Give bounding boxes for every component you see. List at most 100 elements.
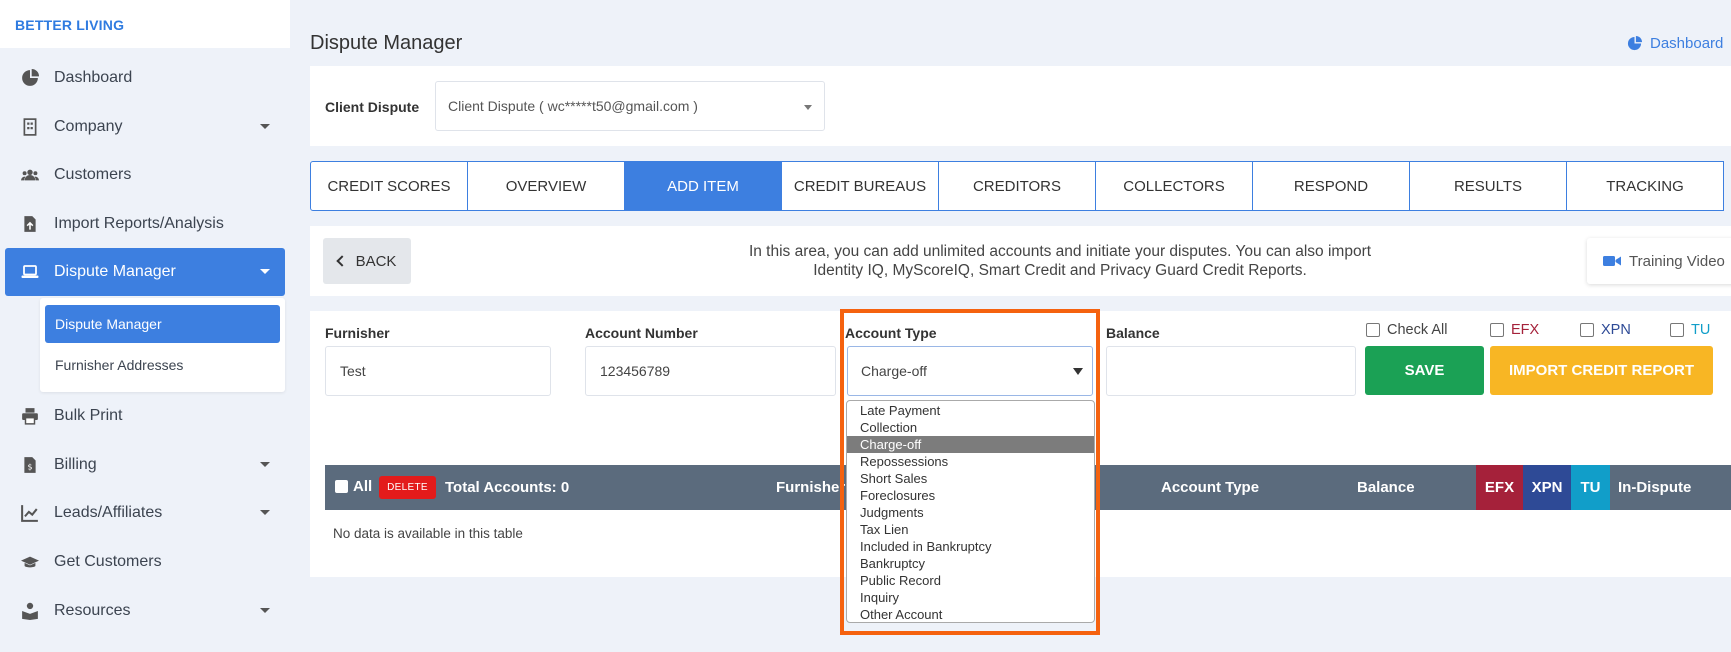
tab-collectors[interactable]: COLLECTORS — [1095, 161, 1253, 211]
check-all-label: Check All — [1387, 322, 1448, 338]
sidebar-item-label: Dispute Manager — [54, 263, 176, 280]
tab-overview[interactable]: OVERVIEW — [467, 161, 625, 211]
sidebar: BETTER LIVING Dashboard Company Customer… — [0, 0, 290, 652]
empty-table-message: No data is available in this table — [333, 526, 523, 541]
sidebar-item-label: Import Reports/Analysis — [54, 215, 224, 232]
dropdown-option[interactable]: Tax Lien — [847, 521, 1094, 538]
chevron-down-icon — [260, 269, 270, 274]
dropdown-option[interactable]: Included in Bankruptcy — [847, 538, 1094, 555]
column-in-dispute[interactable]: In-Dispute — [1618, 479, 1691, 496]
invoice-icon: $ — [20, 455, 40, 475]
client-dispute-card: Client Dispute Client Dispute ( wc*****t… — [310, 66, 1731, 146]
chart-line-icon — [20, 503, 40, 523]
dropdown-option[interactable]: Short Sales — [847, 470, 1094, 487]
checkbox[interactable] — [1366, 323, 1380, 337]
tab-respond[interactable]: RESPOND — [1252, 161, 1410, 211]
account-type-dropdown-list: Late Payment Collection Charge-off Repos… — [846, 400, 1095, 623]
dashboard-link[interactable]: Dashboard — [1627, 35, 1723, 52]
tab-creditors[interactable]: CREDITORS — [938, 161, 1096, 211]
dropdown-option[interactable]: Inquiry — [847, 589, 1094, 606]
sidebar-item-get-customers[interactable]: Get Customers — [5, 540, 285, 584]
delete-button[interactable]: DELETE — [379, 476, 436, 499]
tab-add-item[interactable]: ADD ITEM — [624, 161, 782, 211]
sidebar-item-dashboard[interactable]: Dashboard — [5, 56, 285, 100]
tab-tracking[interactable]: TRACKING — [1566, 161, 1724, 211]
furnisher-label: Furnisher — [325, 325, 390, 341]
submenu-item-furnisher-addresses[interactable]: Furnisher Addresses — [45, 346, 280, 384]
sidebar-item-dispute-manager[interactable]: Dispute Manager — [5, 248, 285, 296]
dropdown-option-selected[interactable]: Charge-off — [847, 436, 1094, 453]
column-xpn[interactable]: XPN — [1523, 465, 1571, 510]
dropdown-option[interactable]: Public Record — [847, 572, 1094, 589]
training-video-button[interactable]: Training Video — [1587, 238, 1731, 284]
info-text-line: In this area, you can add unlimited acco… — [748, 243, 1372, 260]
sidebar-item-label: Customers — [54, 166, 132, 183]
column-efx[interactable]: EFX — [1476, 465, 1523, 510]
client-dispute-select[interactable]: Client Dispute ( wc*****t50@gmail.com ) — [435, 81, 825, 131]
column-account-type[interactable]: Account Type — [1161, 479, 1259, 496]
video-camera-icon — [1603, 256, 1621, 266]
sidebar-item-bulk-print[interactable]: Bulk Print — [5, 394, 285, 438]
balance-input[interactable] — [1106, 346, 1356, 396]
dashboard-link-label: Dashboard — [1650, 35, 1724, 52]
sidebar-item-billing[interactable]: $ Billing — [5, 443, 285, 487]
checkbox[interactable] — [1580, 323, 1594, 337]
dropdown-option[interactable]: Other Account — [847, 606, 1094, 623]
tu-checkbox[interactable]: TU — [1670, 322, 1710, 338]
sidebar-item-resources[interactable]: Resources — [5, 589, 285, 633]
sidebar-item-label: Leads/Affiliates — [54, 504, 163, 521]
column-tu[interactable]: TU — [1571, 465, 1610, 510]
sidebar-item-customers[interactable]: Customers — [5, 153, 285, 197]
import-credit-report-button[interactable]: IMPORT CREDIT REPORT — [1490, 346, 1713, 395]
submenu-item-dispute-manager[interactable]: Dispute Manager — [45, 305, 280, 343]
furnisher-input[interactable]: Test — [325, 346, 551, 396]
checkbox[interactable] — [335, 480, 348, 493]
efx-checkbox[interactable]: EFX — [1490, 322, 1539, 338]
dropdown-option[interactable]: Collection — [847, 419, 1094, 436]
select-all-checkbox[interactable]: All — [335, 478, 372, 495]
column-balance[interactable]: Balance — [1357, 479, 1415, 496]
chevron-down-icon — [260, 124, 270, 129]
dropdown-option[interactable]: Judgments — [847, 504, 1094, 521]
sidebar-item-company[interactable]: Company — [5, 105, 285, 149]
sidebar-item-leads-affiliates[interactable]: Leads/Affiliates — [5, 491, 285, 535]
client-dispute-value: Client Dispute ( wc*****t50@gmail.com ) — [448, 98, 698, 114]
xpn-label: XPN — [1601, 322, 1631, 338]
tab-credit-bureaus[interactable]: CREDIT BUREAUS — [781, 161, 939, 211]
chevron-down-icon — [804, 105, 812, 110]
dropdown-option[interactable]: Foreclosures — [847, 487, 1094, 504]
file-upload-icon — [20, 214, 40, 234]
dispute-submenu: Dispute Manager Furnisher Addresses — [40, 298, 285, 392]
xpn-checkbox[interactable]: XPN — [1580, 322, 1631, 338]
chevron-left-icon — [335, 255, 348, 267]
tab-credit-scores[interactable]: CREDIT SCORES — [310, 161, 468, 211]
brand-logo[interactable]: BETTER LIVING — [0, 0, 290, 48]
dropdown-option[interactable]: Bankruptcy — [847, 555, 1094, 572]
dropdown-option[interactable]: Repossessions — [847, 453, 1094, 470]
column-furnisher[interactable]: Furnisher — [776, 479, 845, 496]
checkbox[interactable] — [1490, 323, 1504, 337]
sidebar-item-label: Get Customers — [54, 553, 162, 570]
svg-text:$: $ — [27, 463, 32, 472]
dropdown-option[interactable]: Late Payment — [847, 402, 1094, 419]
chevron-down-icon — [260, 510, 270, 515]
sidebar-item-label: Bulk Print — [54, 407, 123, 424]
check-all-checkbox[interactable]: Check All — [1366, 322, 1447, 338]
pie-chart-icon — [1627, 36, 1642, 51]
checkbox[interactable] — [1670, 323, 1684, 337]
column-efx-label: EFX — [1484, 479, 1515, 496]
sidebar-item-label: Billing — [54, 456, 97, 473]
tab-results[interactable]: RESULTS — [1409, 161, 1567, 211]
back-button[interactable]: BACK — [323, 238, 411, 284]
save-button[interactable]: SAVE — [1365, 346, 1484, 395]
account-number-input[interactable]: 123456789 — [585, 346, 836, 396]
client-dispute-label: Client Dispute — [325, 99, 420, 115]
column-tu-label: TU — [1580, 479, 1601, 496]
efx-label: EFX — [1511, 322, 1540, 338]
book-reader-icon — [20, 601, 40, 621]
users-icon — [20, 165, 40, 185]
tu-label: TU — [1691, 322, 1711, 338]
training-video-label: Training Video — [1629, 252, 1725, 270]
sidebar-item-import-reports[interactable]: Import Reports/Analysis — [5, 202, 285, 246]
building-icon — [20, 117, 40, 137]
